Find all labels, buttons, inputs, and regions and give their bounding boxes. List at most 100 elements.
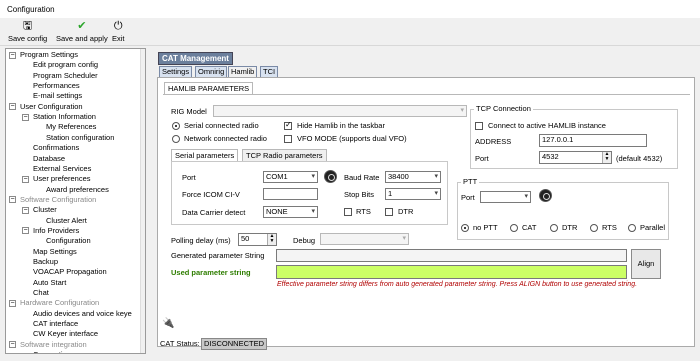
stop-bits-label: Stop Bits: [344, 190, 375, 199]
tree-item[interactable]: Info Providers: [33, 226, 79, 236]
tree-expander-icon[interactable]: −: [22, 206, 29, 214]
tree-expander-icon[interactable]: −: [9, 51, 16, 59]
tree-item[interactable]: Station Information: [33, 112, 96, 122]
plug-icon: 🔌: [162, 318, 175, 329]
rig-model-label: RIG Model: [171, 107, 207, 116]
tree-expander-icon[interactable]: −: [22, 113, 29, 121]
used-string-input[interactable]: [276, 265, 627, 279]
tree-item[interactable]: Program Settings: [20, 50, 78, 60]
port-refresh-icon[interactable]: [324, 170, 337, 183]
hide-hamlib-checkbox[interactable]: [284, 120, 292, 130]
exit-label: Exit: [112, 34, 125, 43]
tree-expander-icon[interactable]: −: [9, 299, 16, 307]
polling-stepper[interactable]: ▲ ▼: [267, 234, 276, 245]
cat-status-bar: CAT Status: DISCONNECTED: [157, 338, 307, 350]
tree-item[interactable]: Cluster Alert: [46, 216, 87, 226]
tree-item[interactable]: Edit program config: [33, 60, 98, 70]
ptt-cat-radio[interactable]: [510, 224, 518, 232]
tree-item[interactable]: Map Settings: [33, 247, 77, 257]
network-radio-label: Network connected radio: [184, 134, 267, 143]
ptt-port-select[interactable]: ▾: [480, 191, 531, 203]
tree-item[interactable]: Software integration: [20, 340, 87, 350]
dcd-select[interactable]: NONE ▾: [263, 206, 318, 218]
tree-item[interactable]: E-mail settings: [33, 91, 82, 101]
tree-expander-icon[interactable]: −: [22, 175, 29, 183]
checkmark-icon: ✔: [77, 20, 87, 32]
used-string-label: Used parameter string: [171, 268, 251, 277]
tree-item[interactable]: Station configuration: [46, 133, 114, 143]
toolbar: 🖫 Save config ✔ Save and apply ⏻ Exit: [0, 18, 700, 46]
tree-expander-icon[interactable]: −: [9, 103, 16, 111]
tree-item[interactable]: Backup: [33, 257, 58, 267]
tree-item[interactable]: Auto Start: [33, 278, 66, 288]
tcp-default-label: (default 4532): [616, 154, 663, 163]
tree-item[interactable]: Chat: [33, 288, 49, 298]
tree-item[interactable]: Database: [33, 154, 65, 164]
debug-select[interactable]: ▾: [320, 233, 409, 245]
tcp-port-input[interactable]: 4532 ▲ ▼: [539, 151, 612, 164]
tree-item[interactable]: Connections: [33, 350, 75, 353]
serial-radio[interactable]: [172, 122, 180, 130]
tree-item[interactable]: Cluster: [33, 205, 57, 215]
config-tree[interactable]: − Program Settings Edit program config Prog…: [5, 48, 146, 354]
warning-text: Effective parameter string differs from …: [277, 281, 638, 288]
stop-bits-select[interactable]: 1 ▾: [385, 188, 441, 200]
title-bar: Configuration: [0, 0, 700, 18]
ptt-refresh-icon[interactable]: [539, 189, 552, 202]
tree-item[interactable]: CAT interface: [33, 319, 78, 329]
rts-checkbox[interactable]: [344, 208, 352, 216]
tree-expander-icon[interactable]: −: [9, 196, 16, 204]
baud-rate-select[interactable]: 38400 ▾: [385, 171, 441, 183]
force-icom-input[interactable]: [263, 188, 318, 200]
tree-item[interactable]: VOACAP Propagation: [33, 267, 107, 277]
tree-expander-icon[interactable]: −: [22, 227, 29, 235]
vfo-mode-label: VFO MODE (supports dual VFO): [297, 134, 407, 143]
rig-model-select[interactable]: ▾: [213, 105, 467, 117]
tree-item[interactable]: Audio devices and voice keye: [33, 309, 132, 319]
tcp-connect-checkbox[interactable]: [475, 122, 483, 130]
tree-item[interactable]: User Configuration: [20, 102, 83, 112]
ptt-dtr-radio[interactable]: [550, 224, 558, 232]
address-input[interactable]: 127.0.0.1: [539, 134, 647, 147]
exit-button[interactable]: ⏻ Exit: [112, 20, 125, 43]
align-button[interactable]: Align: [631, 249, 661, 279]
polling-input[interactable]: 50 ▲ ▼: [238, 233, 277, 246]
chevron-down-icon: ▾: [524, 193, 528, 200]
chevron-down-icon: ▾: [434, 190, 438, 197]
save-apply-button[interactable]: ✔ Save and apply: [56, 20, 108, 43]
ptt-none-label: no PTT: [473, 223, 498, 232]
save-config-button[interactable]: 🖫 Save config: [8, 20, 47, 43]
force-icom-label: Force ICOM CI-V: [182, 190, 240, 199]
tcp-port-stepper[interactable]: ▲ ▼: [602, 152, 611, 163]
hide-hamlib-label: Hide Hamlib in the taskbar: [297, 121, 385, 130]
tree-item[interactable]: CW Keyer interface: [33, 329, 98, 339]
network-radio[interactable]: [172, 135, 180, 143]
vfo-mode-checkbox[interactable]: [284, 135, 292, 143]
tree-item[interactable]: Software Configuration: [20, 195, 96, 205]
tree-item[interactable]: My References: [46, 122, 96, 132]
tree-item[interactable]: Performances: [33, 81, 80, 91]
tree-item[interactable]: Configuration: [46, 236, 91, 246]
tree-expander-icon[interactable]: −: [9, 341, 16, 349]
ptt-parallel-radio[interactable]: [628, 224, 636, 232]
tree-item[interactable]: Confirmations: [33, 143, 79, 153]
tree-item[interactable]: Award preferences: [46, 185, 109, 195]
ptt-none-radio[interactable]: [461, 224, 469, 232]
tree-item[interactable]: User preferences: [33, 174, 91, 184]
floppy-icon: 🖫: [22, 20, 33, 32]
tcp-connect-label: Connect to active HAMLIB instance: [488, 121, 606, 130]
baud-rate-label: Baud Rate: [344, 173, 380, 182]
dtr-checkbox[interactable]: [385, 208, 393, 216]
chevron-down-icon: ▾: [460, 107, 464, 114]
tcp-connection-title: TCP Connection: [474, 104, 533, 114]
tree-scrollbar[interactable]: [140, 49, 145, 353]
port-select[interactable]: COM1 ▾: [263, 171, 318, 183]
save-apply-label: Save and apply: [56, 34, 108, 43]
tree-item[interactable]: Program Scheduler: [33, 71, 98, 81]
ptt-rts-label: RTS: [602, 223, 617, 232]
ptt-rts-radio[interactable]: [590, 224, 598, 232]
tree-item[interactable]: External Services: [33, 164, 91, 174]
window-title: Configuration: [7, 5, 55, 14]
hamlib-panel: HAMLIB PARAMETERS RIG Model ▾ Serial con…: [157, 77, 695, 347]
tree-item[interactable]: Hardware Configuration: [20, 298, 99, 308]
